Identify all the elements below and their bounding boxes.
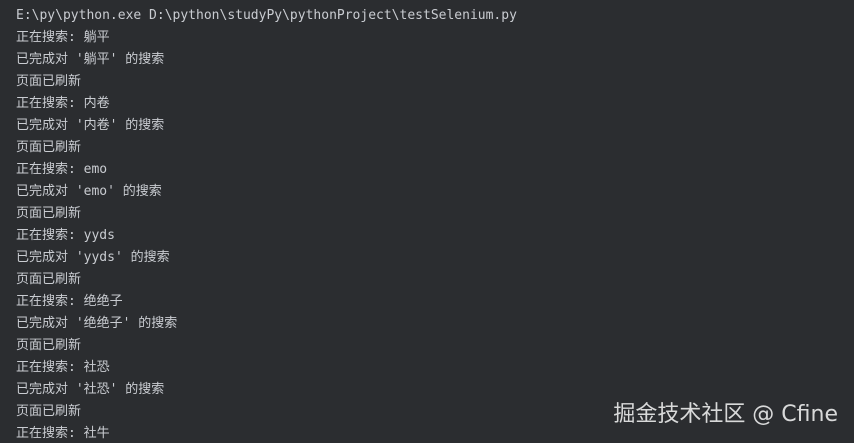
console-line: 正在搜索: 社恐 [16, 360, 110, 375]
console-line: 已完成对 '内卷' 的搜索 [16, 118, 165, 133]
console-line: 页面已刷新 [16, 338, 82, 353]
console-line: 已完成对 '绝绝子' 的搜索 [16, 316, 178, 331]
console-line: 已完成对 'emo' 的搜索 [16, 184, 162, 199]
watermark: 掘金技术社区 @ Cfine [613, 402, 838, 427]
console-line: 页面已刷新 [16, 272, 82, 287]
console-line: 页面已刷新 [16, 140, 82, 155]
console-line: 正在搜索: 绝绝子 [16, 294, 123, 309]
console-output[interactable]: E:\py\python.exe D:\python\studyPy\pytho… [0, 0, 854, 443]
console-line: 页面已刷新 [16, 74, 82, 89]
console-line: 正在搜索: yyds [16, 228, 115, 243]
console-line: 正在搜索: 躺平 [16, 30, 110, 45]
console-line-command: E:\py\python.exe D:\python\studyPy\pytho… [16, 8, 517, 23]
console-line: 页面已刷新 [16, 206, 82, 221]
console-line: 正在搜索: emo [16, 162, 108, 177]
console-line: 正在搜索: 内卷 [16, 96, 110, 111]
console-line: 已完成对 'yyds' 的搜索 [16, 250, 170, 265]
console-line: 已完成对 '躺平' 的搜索 [16, 52, 165, 67]
